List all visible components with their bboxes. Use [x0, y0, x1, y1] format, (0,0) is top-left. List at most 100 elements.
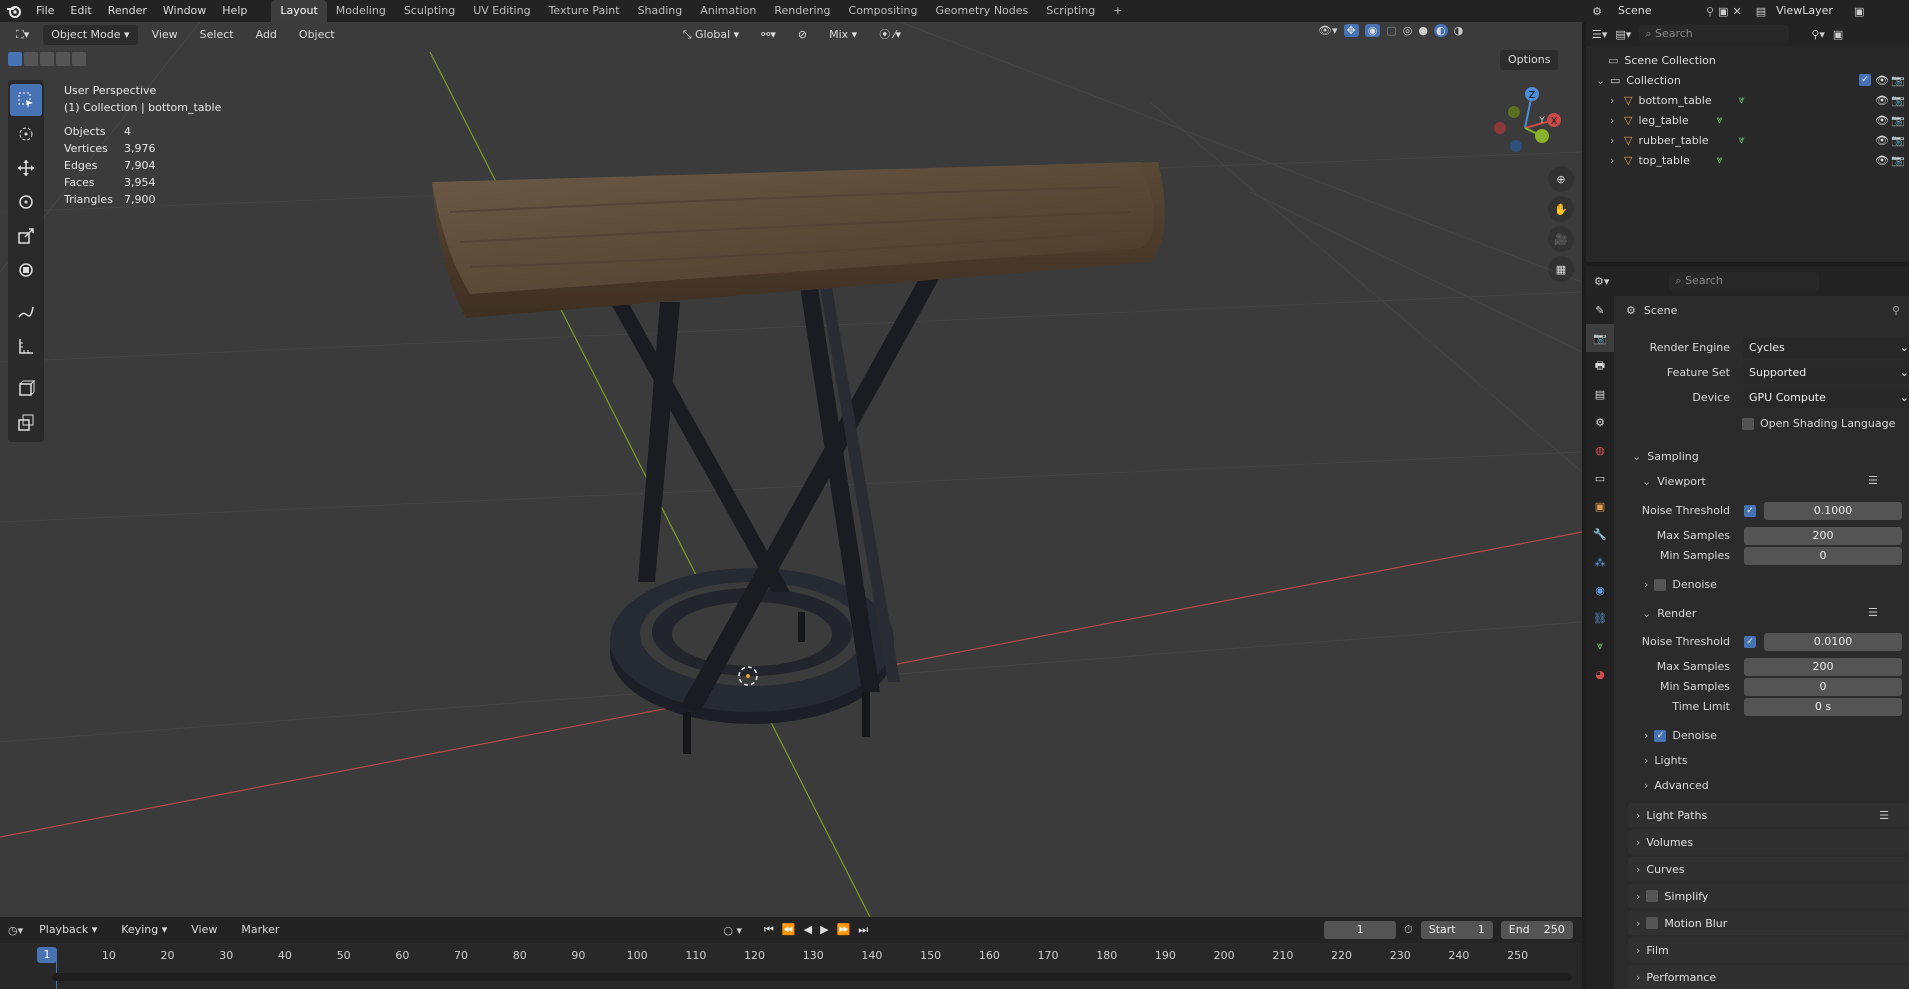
select-invert-icon[interactable]	[56, 52, 70, 66]
shading-material-icon[interactable]: ◐	[1433, 24, 1448, 37]
render-engine-dropdown[interactable]: Cycles ⌄	[1743, 338, 1909, 358]
next-keyframe-icon[interactable]: ⏩	[837, 923, 851, 937]
timeline-ruler[interactable]: 10 20 30 40 50 60 70 80 90 100 110 120 130 140 150 160 1…	[0, 943, 1582, 989]
menu-window[interactable]: Window	[155, 0, 214, 22]
3d-viewport[interactable]	[0, 22, 1582, 917]
shading-wireframe-icon[interactable]: ◎	[1403, 24, 1413, 37]
vp-max-samples-field[interactable]: 200	[1744, 527, 1902, 545]
constraints-tab-icon[interactable]: ⛓	[1586, 604, 1614, 632]
select-box-icon[interactable]	[10, 84, 42, 116]
tab-animation[interactable]: Animation	[691, 0, 765, 22]
tab-shading[interactable]: Shading	[629, 0, 692, 22]
render-subpanel-header[interactable]: ⌄ Render	[1642, 603, 1892, 623]
data-tab-icon[interactable]: ⩔	[1586, 632, 1614, 660]
new-viewlayer-icon[interactable]: ▣	[1854, 5, 1864, 18]
menu-edit[interactable]: Edit	[62, 0, 99, 22]
r-noise-threshold-checkbox[interactable]: ✓	[1744, 636, 1756, 648]
timeline-menu-view[interactable]: View	[183, 920, 225, 940]
advanced-subpanel[interactable]: › Advanced	[1644, 779, 1709, 792]
pin-properties-icon[interactable]: ⚲	[1892, 304, 1900, 317]
blender-logo-icon[interactable]	[0, 0, 28, 22]
world-tab-icon[interactable]: ◍	[1586, 436, 1614, 464]
motion-blur-checkbox[interactable]	[1646, 917, 1659, 929]
presets-list-icon[interactable]: ☰	[1879, 809, 1889, 822]
scale-icon[interactable]	[10, 220, 42, 252]
lights-subpanel[interactable]: › Lights	[1644, 754, 1688, 767]
object-visibility-icon[interactable]: 👁	[1875, 154, 1889, 167]
mode-dropdown[interactable]: Object Mode ▾	[43, 25, 138, 45]
presets-list-icon[interactable]: ☰	[1868, 474, 1878, 487]
feature-set-dropdown[interactable]: Supported ⌄	[1743, 363, 1909, 383]
rotate-icon[interactable]	[10, 186, 42, 218]
select-extend-icon[interactable]	[24, 52, 38, 66]
menu-help[interactable]: Help	[214, 0, 255, 22]
tab-scripting[interactable]: Scripting	[1037, 0, 1104, 22]
object-render-icon[interactable]: 📷	[1891, 114, 1905, 127]
filter-icon[interactable]: ⚲▾	[1811, 28, 1825, 41]
outliner-object-rubber-table[interactable]: › ▽ rubber_table ⩔ 👁 📷	[1586, 130, 1909, 150]
play-icon[interactable]: ▶	[820, 923, 828, 937]
properties-search-input[interactable]: ⌕ Search	[1669, 272, 1820, 290]
outliner-search-input[interactable]: ⌕ Search	[1639, 25, 1790, 43]
tool-tab-icon[interactable]: ✎	[1586, 296, 1614, 324]
outliner-object-top-table[interactable]: › ▽ top_table ⩔ 👁 📷	[1586, 150, 1909, 170]
play-reverse-icon[interactable]: ◀	[804, 923, 812, 937]
vp-menu-select[interactable]: Select	[192, 25, 242, 45]
pan-hand-icon[interactable]: ✋	[1548, 196, 1574, 222]
motion-blur-panel[interactable]: › Motion Blur	[1628, 911, 1909, 935]
cursor-icon[interactable]	[10, 118, 42, 150]
current-frame-field[interactable]: 1	[1324, 921, 1397, 939]
shading-solid-icon[interactable]: ●	[1418, 24, 1428, 37]
measure-icon[interactable]	[10, 330, 42, 362]
tab-geometry-nodes[interactable]: Geometry Nodes	[926, 0, 1037, 22]
start-frame-field[interactable]: Start 1	[1420, 921, 1493, 939]
collection-tab-icon[interactable]: ▭	[1586, 464, 1614, 492]
scene-collection-row[interactable]: ▭ Scene Collection	[1586, 50, 1909, 70]
expand-chevron-icon[interactable]: ›	[1610, 94, 1624, 107]
volumes-panel[interactable]: › Volumes	[1628, 830, 1909, 854]
physics-tab-icon[interactable]: ◉	[1586, 576, 1614, 604]
extrude-icon[interactable]	[10, 406, 42, 438]
scene-tab-icon[interactable]: ⚙	[1586, 408, 1614, 436]
select-new-icon[interactable]	[8, 52, 22, 66]
render-tab-icon[interactable]: 📷	[1586, 324, 1614, 352]
auto-keying-icon[interactable]: ○ ▾	[723, 924, 742, 937]
editor-type-icon[interactable]: ⛶▾	[8, 25, 37, 45]
vp-denoise-checkbox[interactable]	[1654, 578, 1667, 591]
new-scene-icon[interactable]: ▣	[1718, 5, 1728, 18]
r-denoise-row[interactable]: › ✓ Denoise	[1644, 729, 1717, 742]
viewlayer-icon[interactable]: ▤	[1756, 5, 1766, 18]
preview-range-icon[interactable]: ⏱	[1404, 923, 1413, 937]
viewport-subpanel-header[interactable]: ⌄ Viewport	[1642, 471, 1892, 491]
object-tab-icon[interactable]: ▣	[1586, 492, 1614, 520]
simplify-checkbox[interactable]	[1646, 890, 1659, 902]
annotate-icon[interactable]	[10, 296, 42, 328]
add-cube-icon[interactable]	[10, 372, 42, 404]
pin-icon[interactable]: ⚲	[1706, 5, 1714, 18]
sampling-panel-header[interactable]: ⌄ Sampling	[1628, 446, 1909, 466]
options-button[interactable]: Options	[1500, 50, 1559, 70]
vp-denoise-row[interactable]: › Denoise	[1644, 578, 1717, 591]
r-noise-threshold-field[interactable]: 0.0100	[1764, 633, 1902, 651]
collapse-chevron-icon[interactable]: ⌄	[1596, 74, 1610, 87]
select-intersect-icon[interactable]	[72, 52, 86, 66]
r-denoise-checkbox[interactable]: ✓	[1654, 729, 1667, 742]
timeline-menu-marker[interactable]: Marker	[233, 920, 287, 940]
pivot-icon[interactable]: ⚯▾	[753, 25, 784, 45]
viewlayer-selector[interactable]: ViewLayer	[1770, 2, 1850, 20]
timeline-menu-playback[interactable]: Playback ▾	[31, 920, 105, 940]
playhead[interactable]: 1	[37, 947, 57, 963]
outliner-object-bottom-table[interactable]: › ▽ bottom_table ⩔ 👁 📷	[1586, 90, 1909, 110]
osl-checkbox[interactable]	[1742, 417, 1754, 430]
collection-row[interactable]: ⌄ ▭ Collection ✓ 👁 📷	[1586, 70, 1909, 90]
object-visibility-icon[interactable]: 👁	[1875, 94, 1889, 107]
device-dropdown[interactable]: GPU Compute ⌄	[1743, 388, 1909, 408]
properties-editor-icon[interactable]: ⚙▾	[1594, 275, 1609, 288]
object-render-icon[interactable]: 📷	[1891, 134, 1905, 147]
timeline-scrollbar[interactable]	[52, 973, 1572, 981]
proportional-edit-icon[interactable]: ⦿ ⁄▾	[871, 25, 909, 45]
transform-icon[interactable]	[10, 254, 42, 286]
r-max-samples-field[interactable]: 200	[1744, 658, 1902, 676]
curves-panel[interactable]: › Curves	[1628, 857, 1909, 881]
object-render-icon[interactable]: 📷	[1891, 94, 1905, 107]
